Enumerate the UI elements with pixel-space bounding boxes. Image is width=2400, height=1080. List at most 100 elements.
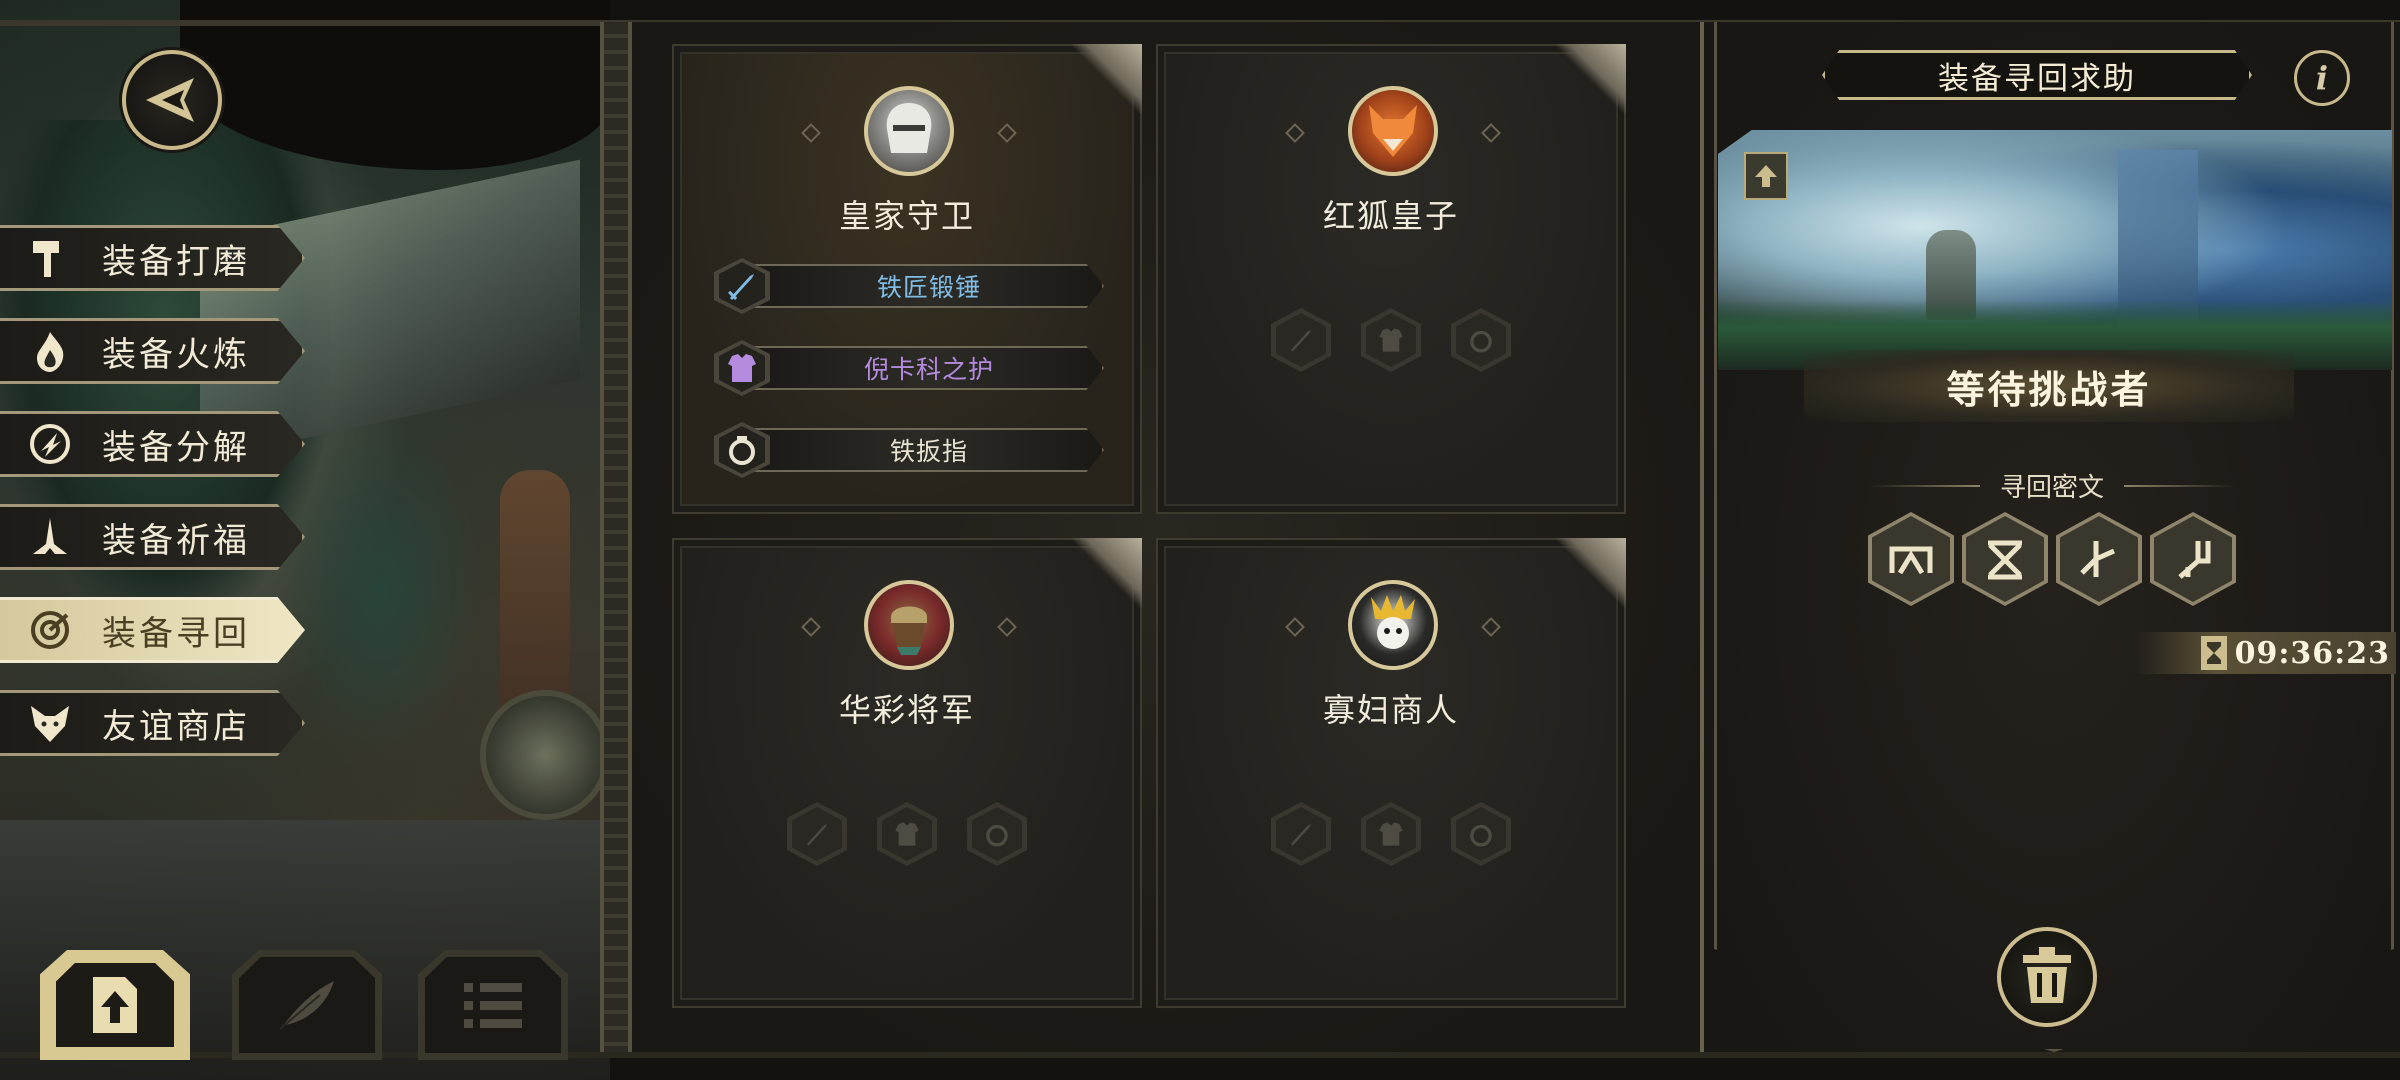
ornament-dot [1481, 123, 1501, 143]
empty-slot-ring[interactable] [967, 802, 1027, 866]
menu-item-polish[interactable]: 装备打磨 [0, 225, 305, 291]
upload-button[interactable] [40, 950, 190, 1060]
character-name: 华彩将军 [838, 691, 975, 729]
equipment-row-armor[interactable]: 倪卡科之护 [714, 340, 1104, 396]
ornament-dot [997, 617, 1017, 637]
rune-slot-3[interactable] [2056, 512, 2142, 606]
menu-item-fire[interactable]: 装备火炼 [0, 318, 305, 384]
character-name: 红狐皇子 [1322, 197, 1459, 235]
menu-label: 装备祈福 [102, 520, 250, 561]
status-text: 等待挑战者 [1804, 350, 2294, 422]
equipment-name: 铁扳指 [754, 428, 1104, 472]
ring-icon [729, 436, 755, 465]
card-corner [1556, 44, 1626, 114]
list-button[interactable] [418, 950, 568, 1060]
hammer-icon [20, 228, 80, 288]
ornament-dot [1481, 617, 1501, 637]
scene-shield [480, 690, 610, 820]
stage-artwork [1718, 130, 2392, 370]
empty-slot-ring[interactable] [1451, 308, 1511, 372]
back-arrow-icon [146, 78, 194, 122]
menu-item-decompose[interactable]: 装备分解 [0, 411, 305, 477]
equipment-name: 倪卡科之护 [754, 346, 1104, 390]
timer-value: 09:36:23 [2234, 635, 2390, 671]
empty-equipment-slots [1158, 802, 1624, 866]
rune-2-icon [1988, 540, 2022, 580]
empty-slot-armor[interactable] [877, 802, 937, 866]
panel-title: 装备寻回求助 [1822, 50, 2252, 100]
empty-equipment-slots [674, 802, 1140, 866]
equipment-row-weapon[interactable]: 铁匠锻锤 [714, 258, 1104, 314]
red-fox-prince-portrait [1348, 86, 1438, 176]
divider-line [1869, 484, 1980, 487]
ornament-dot [1285, 123, 1305, 143]
divider-line [2124, 484, 2234, 487]
equipment-name: 铁匠锻锤 [754, 264, 1104, 308]
info-button[interactable]: i [2294, 50, 2350, 106]
empty-slot-armor[interactable] [1361, 308, 1421, 372]
ring-icon [986, 824, 1008, 847]
card-corner [1556, 538, 1626, 608]
character-name: 寡妇商人 [1322, 691, 1459, 729]
countdown-timer: 09:36:23 [2136, 632, 2396, 674]
rune-slot-4[interactable] [2150, 512, 2236, 606]
list-icon [464, 983, 522, 1028]
armor-icon [728, 354, 756, 382]
sword-icon [1291, 824, 1311, 846]
rune-slot-2[interactable] [1962, 512, 2048, 606]
menu-label: 装备火炼 [102, 334, 250, 375]
info-icon: i [2315, 59, 2329, 97]
flame-icon [20, 321, 80, 381]
ornament-dot [997, 123, 1017, 143]
widow-merchant-portrait [1348, 580, 1438, 670]
card-corner [1072, 538, 1142, 608]
equipment-row-ring[interactable]: 铁扳指 [714, 422, 1104, 478]
ornament-dot [1285, 617, 1305, 637]
hourglass-icon [2200, 636, 2227, 670]
cipher-label: 寻回密文 [1999, 473, 2104, 503]
panel-divider [600, 22, 632, 1052]
sword-icon [728, 274, 754, 300]
delete-button[interactable] [1997, 927, 2097, 1027]
retrieve-help-panel: 装备寻回求助 i 等待挑战者 寻回密文 09:36:23 [1700, 22, 2400, 1052]
rune-4-icon [2178, 541, 2211, 579]
card-corner [1072, 44, 1142, 114]
cipher-runes [1704, 512, 2400, 606]
ornament-dot [801, 123, 821, 143]
back-button[interactable] [122, 50, 222, 150]
empty-slot-weapon[interactable] [1271, 308, 1331, 372]
share-upload-icon[interactable] [1744, 152, 1788, 200]
menu-label: 装备打磨 [102, 241, 250, 282]
rune-slot-1[interactable] [1868, 512, 1954, 606]
trash-icon [2023, 947, 2071, 1003]
menu-label: 装备分解 [102, 427, 250, 468]
empty-slot-armor[interactable] [1361, 802, 1421, 866]
character-card-widow-merchant[interactable]: 寡妇商人 [1156, 538, 1626, 1008]
menu-item-retrieve[interactable]: 装备寻回 [0, 597, 305, 663]
menu-label: 装备寻回 [102, 613, 250, 654]
side-menu: 装备打磨 装备火炼 装备分解 装备祈福 装备寻回 友谊商店 [0, 225, 310, 783]
empty-slot-weapon[interactable] [1271, 802, 1331, 866]
sword-icon [807, 824, 827, 846]
character-card-red-fox-prince[interactable]: 红狐皇子 [1156, 44, 1626, 514]
royal-guard-portrait [864, 86, 954, 176]
decompose-icon [20, 414, 80, 474]
character-card-royal-guard[interactable]: 皇家守卫 铁匠锻锤 倪卡科之护 铁扳指 [672, 44, 1142, 514]
empty-slot-ring[interactable] [1451, 802, 1511, 866]
menu-item-friend-shop[interactable]: 友谊商店 [0, 690, 305, 756]
ring-icon [1470, 824, 1492, 847]
menu-item-pray[interactable]: 装备祈福 [0, 504, 305, 570]
armor-icon [1379, 328, 1403, 352]
feather-icon [279, 981, 334, 1030]
empty-slot-weapon[interactable] [787, 802, 847, 866]
menu-label: 友谊商店 [102, 706, 250, 747]
upload-icon [93, 977, 137, 1033]
armor-icon [895, 822, 919, 846]
pray-hands-icon [20, 507, 80, 567]
cipher-section: 寻回密文 [1704, 467, 2400, 504]
rune-1-icon [1889, 546, 1933, 575]
feather-button[interactable] [232, 950, 382, 1060]
ring-icon [1470, 330, 1492, 353]
ornament-dot [801, 617, 821, 637]
character-card-general[interactable]: 华彩将军 [672, 538, 1142, 1008]
